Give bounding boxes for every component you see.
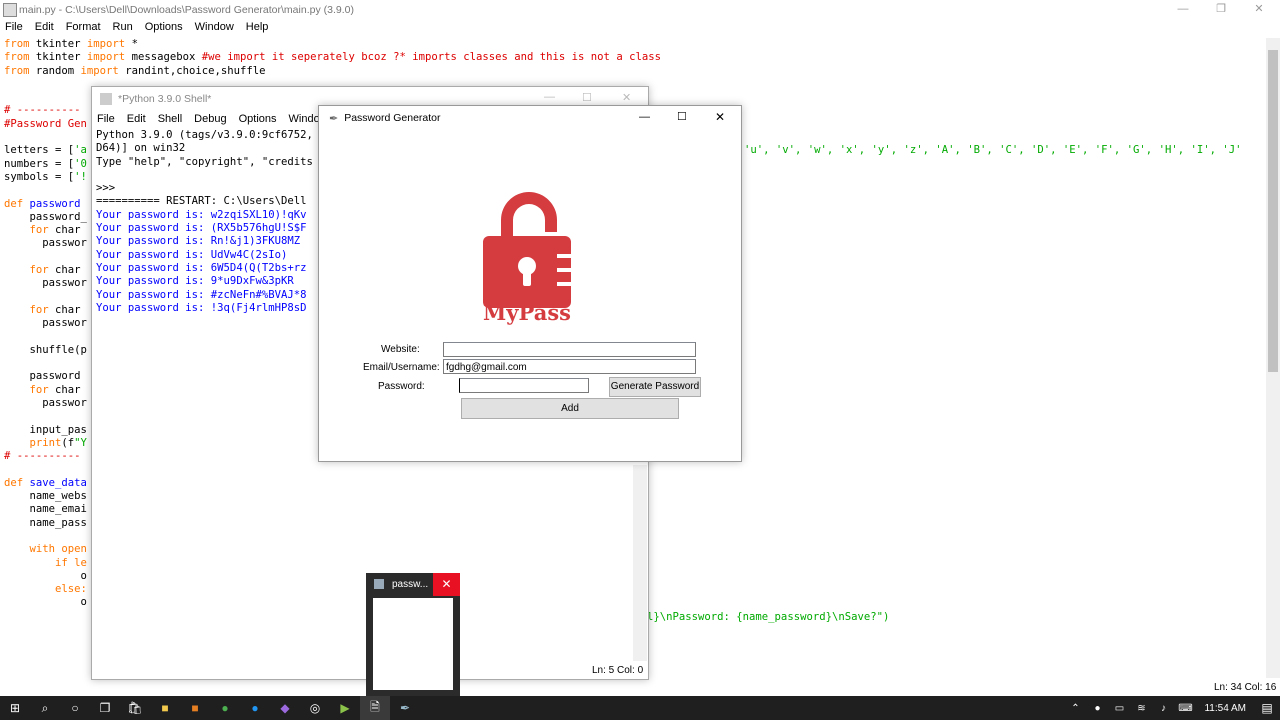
taskbar-thumbnail[interactable]: passw... ✕ — [366, 573, 460, 696]
python-icon — [100, 93, 112, 105]
shell-line: ========== RESTART: C:\Users\Dell — [96, 195, 307, 208]
mypass-logo: MyPass — [483, 192, 571, 325]
close-icon[interactable]: ✕ — [1240, 2, 1278, 15]
app-icon-blue[interactable]: ● — [240, 696, 270, 720]
logo-text: MyPass — [483, 300, 571, 325]
shell-menu-item[interactable]: Debug — [194, 113, 226, 125]
editor-menu-item[interactable]: Window — [195, 21, 234, 33]
notification-icon[interactable]: ▤ — [1254, 696, 1280, 720]
password-label: Password: — [378, 381, 425, 392]
task-view-icon[interactable]: ❐ — [90, 696, 120, 720]
editor-status: Ln: 34 Col: 16 — [1214, 682, 1277, 693]
shell-menu-item[interactable]: Options — [239, 113, 277, 125]
editor-code-fragment: 'u', 'v', 'w', 'x', 'y', 'z', 'A', 'B', … — [744, 144, 1242, 156]
python-idle-icon[interactable]: 🗎 — [360, 696, 390, 720]
wifi-icon[interactable]: ≋ — [1130, 696, 1152, 720]
editor-menu-item[interactable]: Options — [145, 21, 183, 33]
shell-line: Python 3.9.0 (tags/v3.9.0:9cf6752, — [96, 129, 313, 141]
shell-line: Type "help", "copyright", "credits — [96, 155, 313, 168]
feather-icon: ✒ — [329, 112, 339, 125]
windows-start-icon[interactable]: ⊞ — [0, 696, 30, 720]
editor-scrollbar[interactable] — [1266, 38, 1280, 678]
shell-line: D64)] on win32 — [96, 142, 186, 155]
generate-password-button[interactable]: Generate Password — [609, 377, 701, 397]
terminal-icon[interactable]: ▶ — [330, 696, 360, 720]
shell-password-line: Your password is: UdVw4C(2sIo) — [96, 248, 288, 261]
app-thumbnail-icon — [374, 579, 384, 589]
python-file-icon — [3, 3, 17, 17]
shell-password-line: Your password is: !3q(Fj4rlmHP8sD — [96, 301, 307, 314]
taskbar: ⊞ ⌕ ○ ❐ 🛍 ■ ■ ● ● ◆ ◎ ▶ 🗎 ✒ ⌃ ● ▭ ≋ ♪ ⌨ … — [0, 696, 1280, 720]
shell-maximize-icon[interactable]: ☐ — [582, 91, 592, 104]
editor-menu-item[interactable]: Format — [66, 21, 101, 33]
website-label: Website: — [381, 344, 420, 355]
editor-code-fragment-2: l}\nPassword: {name_password}\nSave?") — [647, 611, 890, 623]
shell-password-line: Your password is: (RX5b576hgU!S$F — [96, 222, 307, 235]
editor-title: main.py - C:\Users\Dell\Downloads\Passwo… — [19, 4, 354, 16]
app-titlebar: ✒ Password Generator — ☐ ✕ — [319, 106, 741, 130]
thumbnail-close-button[interactable]: ✕ — [433, 573, 460, 596]
shell-password-line: Your password is: 9*u9DxFw&3pKR — [96, 275, 294, 288]
app-maximize-icon[interactable]: ☐ — [677, 110, 687, 123]
editor-menu-item[interactable]: Edit — [35, 21, 54, 33]
shell-password-line: Your password is: w2zqiSXL10)!qKv — [96, 208, 307, 221]
thumbnail-preview — [373, 598, 453, 690]
shell-output: Python 3.9.0 (tags/v3.9.0:9cf6752, D64)] … — [96, 129, 313, 315]
shell-password-line: Your password is: 6W5D4(Q(T2bs+rz — [96, 261, 307, 274]
shell-close-icon[interactable]: ✕ — [622, 91, 631, 104]
app-minimize-icon[interactable]: — — [639, 111, 650, 123]
shell-password-line: Your password is: Rn!&j1)3FKU8MZ — [96, 235, 301, 248]
shell-line: >>> — [96, 182, 122, 195]
maximize-icon[interactable]: ❐ — [1202, 2, 1240, 15]
app-title: Password Generator — [344, 112, 441, 124]
email-label: Email/Username: — [363, 362, 440, 373]
editor-menu-item[interactable]: Run — [113, 21, 133, 33]
editor-menu-item[interactable]: Help — [246, 21, 269, 33]
taskbar-clock[interactable]: 11:54 AM — [1196, 703, 1254, 714]
password-app-icon[interactable]: ✒ — [390, 696, 420, 720]
editor-window-controls[interactable]: — ❐ ✕ — [1164, 2, 1278, 15]
visual-studio-icon[interactable]: ◆ — [270, 696, 300, 720]
shell-password-line: Your password is: #zcNeFn#%BVAJ*8 — [96, 288, 307, 301]
file-explorer-icon[interactable]: ■ — [150, 696, 180, 720]
chevron-up-icon[interactable]: ⌃ — [1064, 696, 1086, 720]
obs-icon[interactable]: ◎ — [300, 696, 330, 720]
battery-icon[interactable]: ▭ — [1108, 696, 1130, 720]
add-button[interactable]: Add — [461, 398, 679, 419]
volume-icon[interactable]: ♪ — [1152, 696, 1174, 720]
app-close-icon[interactable]: ✕ — [715, 110, 725, 124]
shell-menu-item[interactable]: Shell — [158, 113, 182, 125]
app-icon-orange[interactable]: ■ — [180, 696, 210, 720]
password-input[interactable] — [459, 378, 589, 393]
editor-titlebar: main.py - C:\Users\Dell\Downloads\Passwo… — [0, 0, 1280, 20]
search-icon[interactable]: ⌕ — [30, 696, 60, 720]
website-input[interactable] — [443, 342, 696, 357]
cortana-icon[interactable]: ○ — [60, 696, 90, 720]
keyboard-icon[interactable]: ⌨ — [1174, 696, 1196, 720]
editor-menubar: File Edit Format Run Options Window Help — [5, 21, 280, 33]
shell-menu-item[interactable]: File — [97, 113, 115, 125]
shell-title: *Python 3.9.0 Shell* — [118, 93, 212, 105]
editor-menu-item[interactable]: File — [5, 21, 23, 33]
shell-scrollbar[interactable] — [633, 465, 647, 661]
shell-status: Ln: 5 Col: 0 — [592, 665, 644, 676]
minimize-icon[interactable]: — — [1164, 3, 1202, 15]
store-icon[interactable]: 🛍 — [120, 696, 150, 720]
microphone-icon[interactable]: ● — [1086, 696, 1108, 720]
password-generator-window: ✒ Password Generator — ☐ ✕ MyPass Websit… — [318, 105, 742, 462]
shell-menu-item[interactable]: Edit — [127, 113, 146, 125]
thumbnail-label: passw... — [392, 579, 429, 590]
chrome-icon[interactable]: ● — [210, 696, 240, 720]
email-input[interactable]: fgdhg@gmail.com — [443, 359, 696, 374]
shell-minimize-icon[interactable]: — — [544, 91, 555, 103]
